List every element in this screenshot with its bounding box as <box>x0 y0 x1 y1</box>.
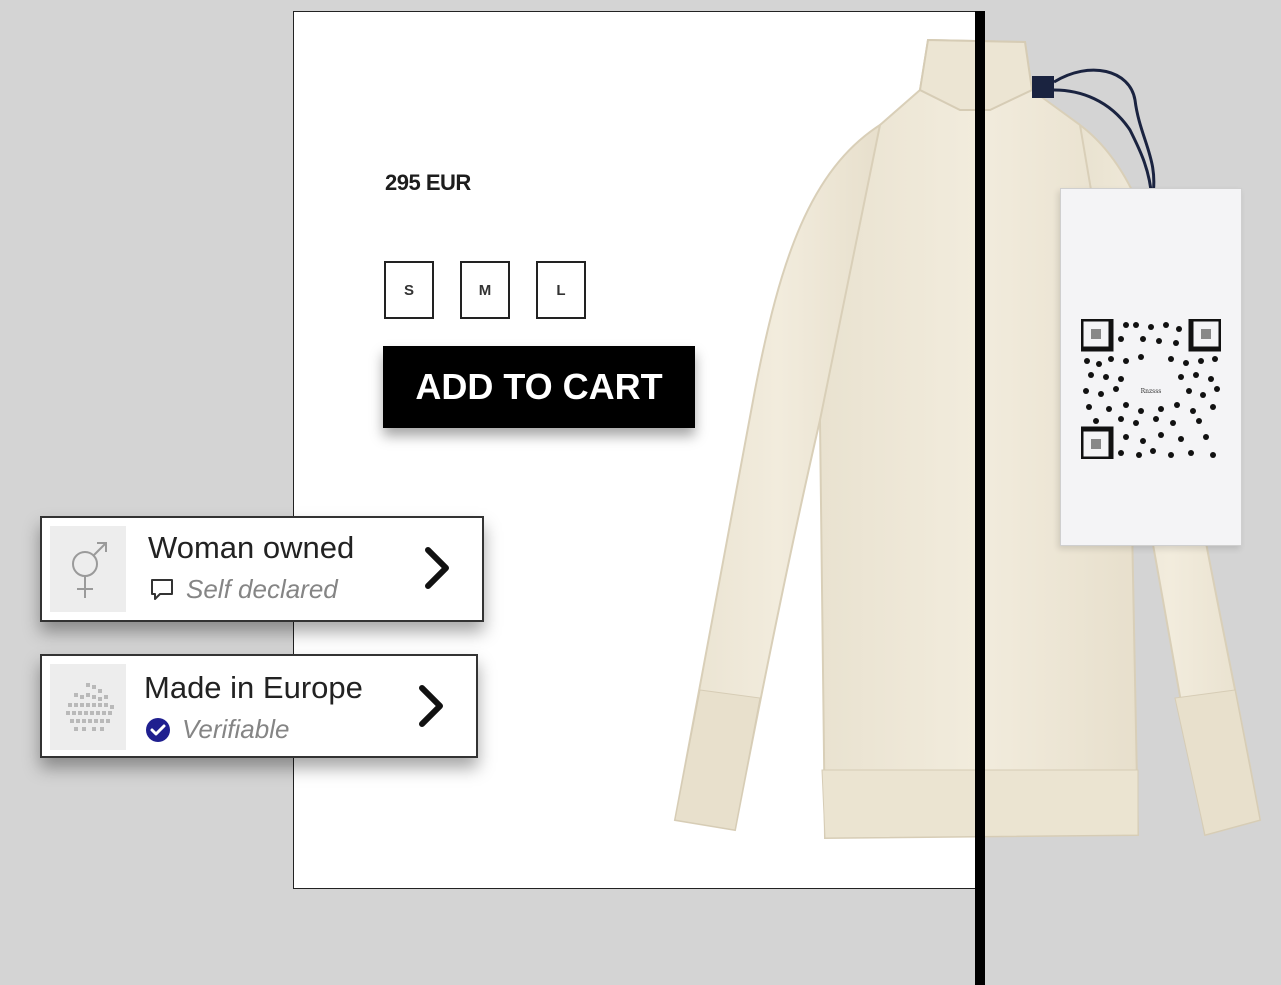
badge-icon-box <box>50 664 126 750</box>
size-button-m[interactable]: M <box>460 261 510 319</box>
tag-logo-text: Rnzsss <box>1141 388 1162 395</box>
badge-title: Made in Europe <box>144 670 363 705</box>
badge-subtitle: Verifiable <box>182 714 290 744</box>
tag-cord-icon <box>1032 68 1156 200</box>
size-button-s[interactable]: S <box>384 261 434 319</box>
qr-code-icon[interactable]: Rnzsss <box>1081 319 1221 459</box>
speech-bubble-icon <box>151 578 173 600</box>
product-price: 295 EUR <box>385 170 471 195</box>
add-to-cart-button[interactable]: ADD TO CART <box>383 346 695 428</box>
badge-icon-box <box>50 526 126 612</box>
badge-subtitle: Self declared <box>186 574 338 604</box>
chevron-right-icon[interactable] <box>416 684 446 728</box>
made-in-europe-badge[interactable]: Made in Europe Verifiable <box>40 654 478 758</box>
europe-map-icon <box>66 683 114 731</box>
chevron-right-icon[interactable] <box>422 546 452 590</box>
badge-subtitle-row: Self declared <box>148 574 338 605</box>
size-button-l[interactable]: L <box>536 261 586 319</box>
verified-check-icon <box>146 717 170 742</box>
woman-owned-badge[interactable]: Woman owned Self declared <box>40 516 484 622</box>
hang-tag: Rnzsss <box>1060 188 1242 546</box>
badge-subtitle-row: Verifiable <box>144 714 289 745</box>
vertical-divider <box>975 11 985 985</box>
badge-title: Woman owned <box>148 530 355 565</box>
female-male-symbol-icon <box>72 542 107 598</box>
